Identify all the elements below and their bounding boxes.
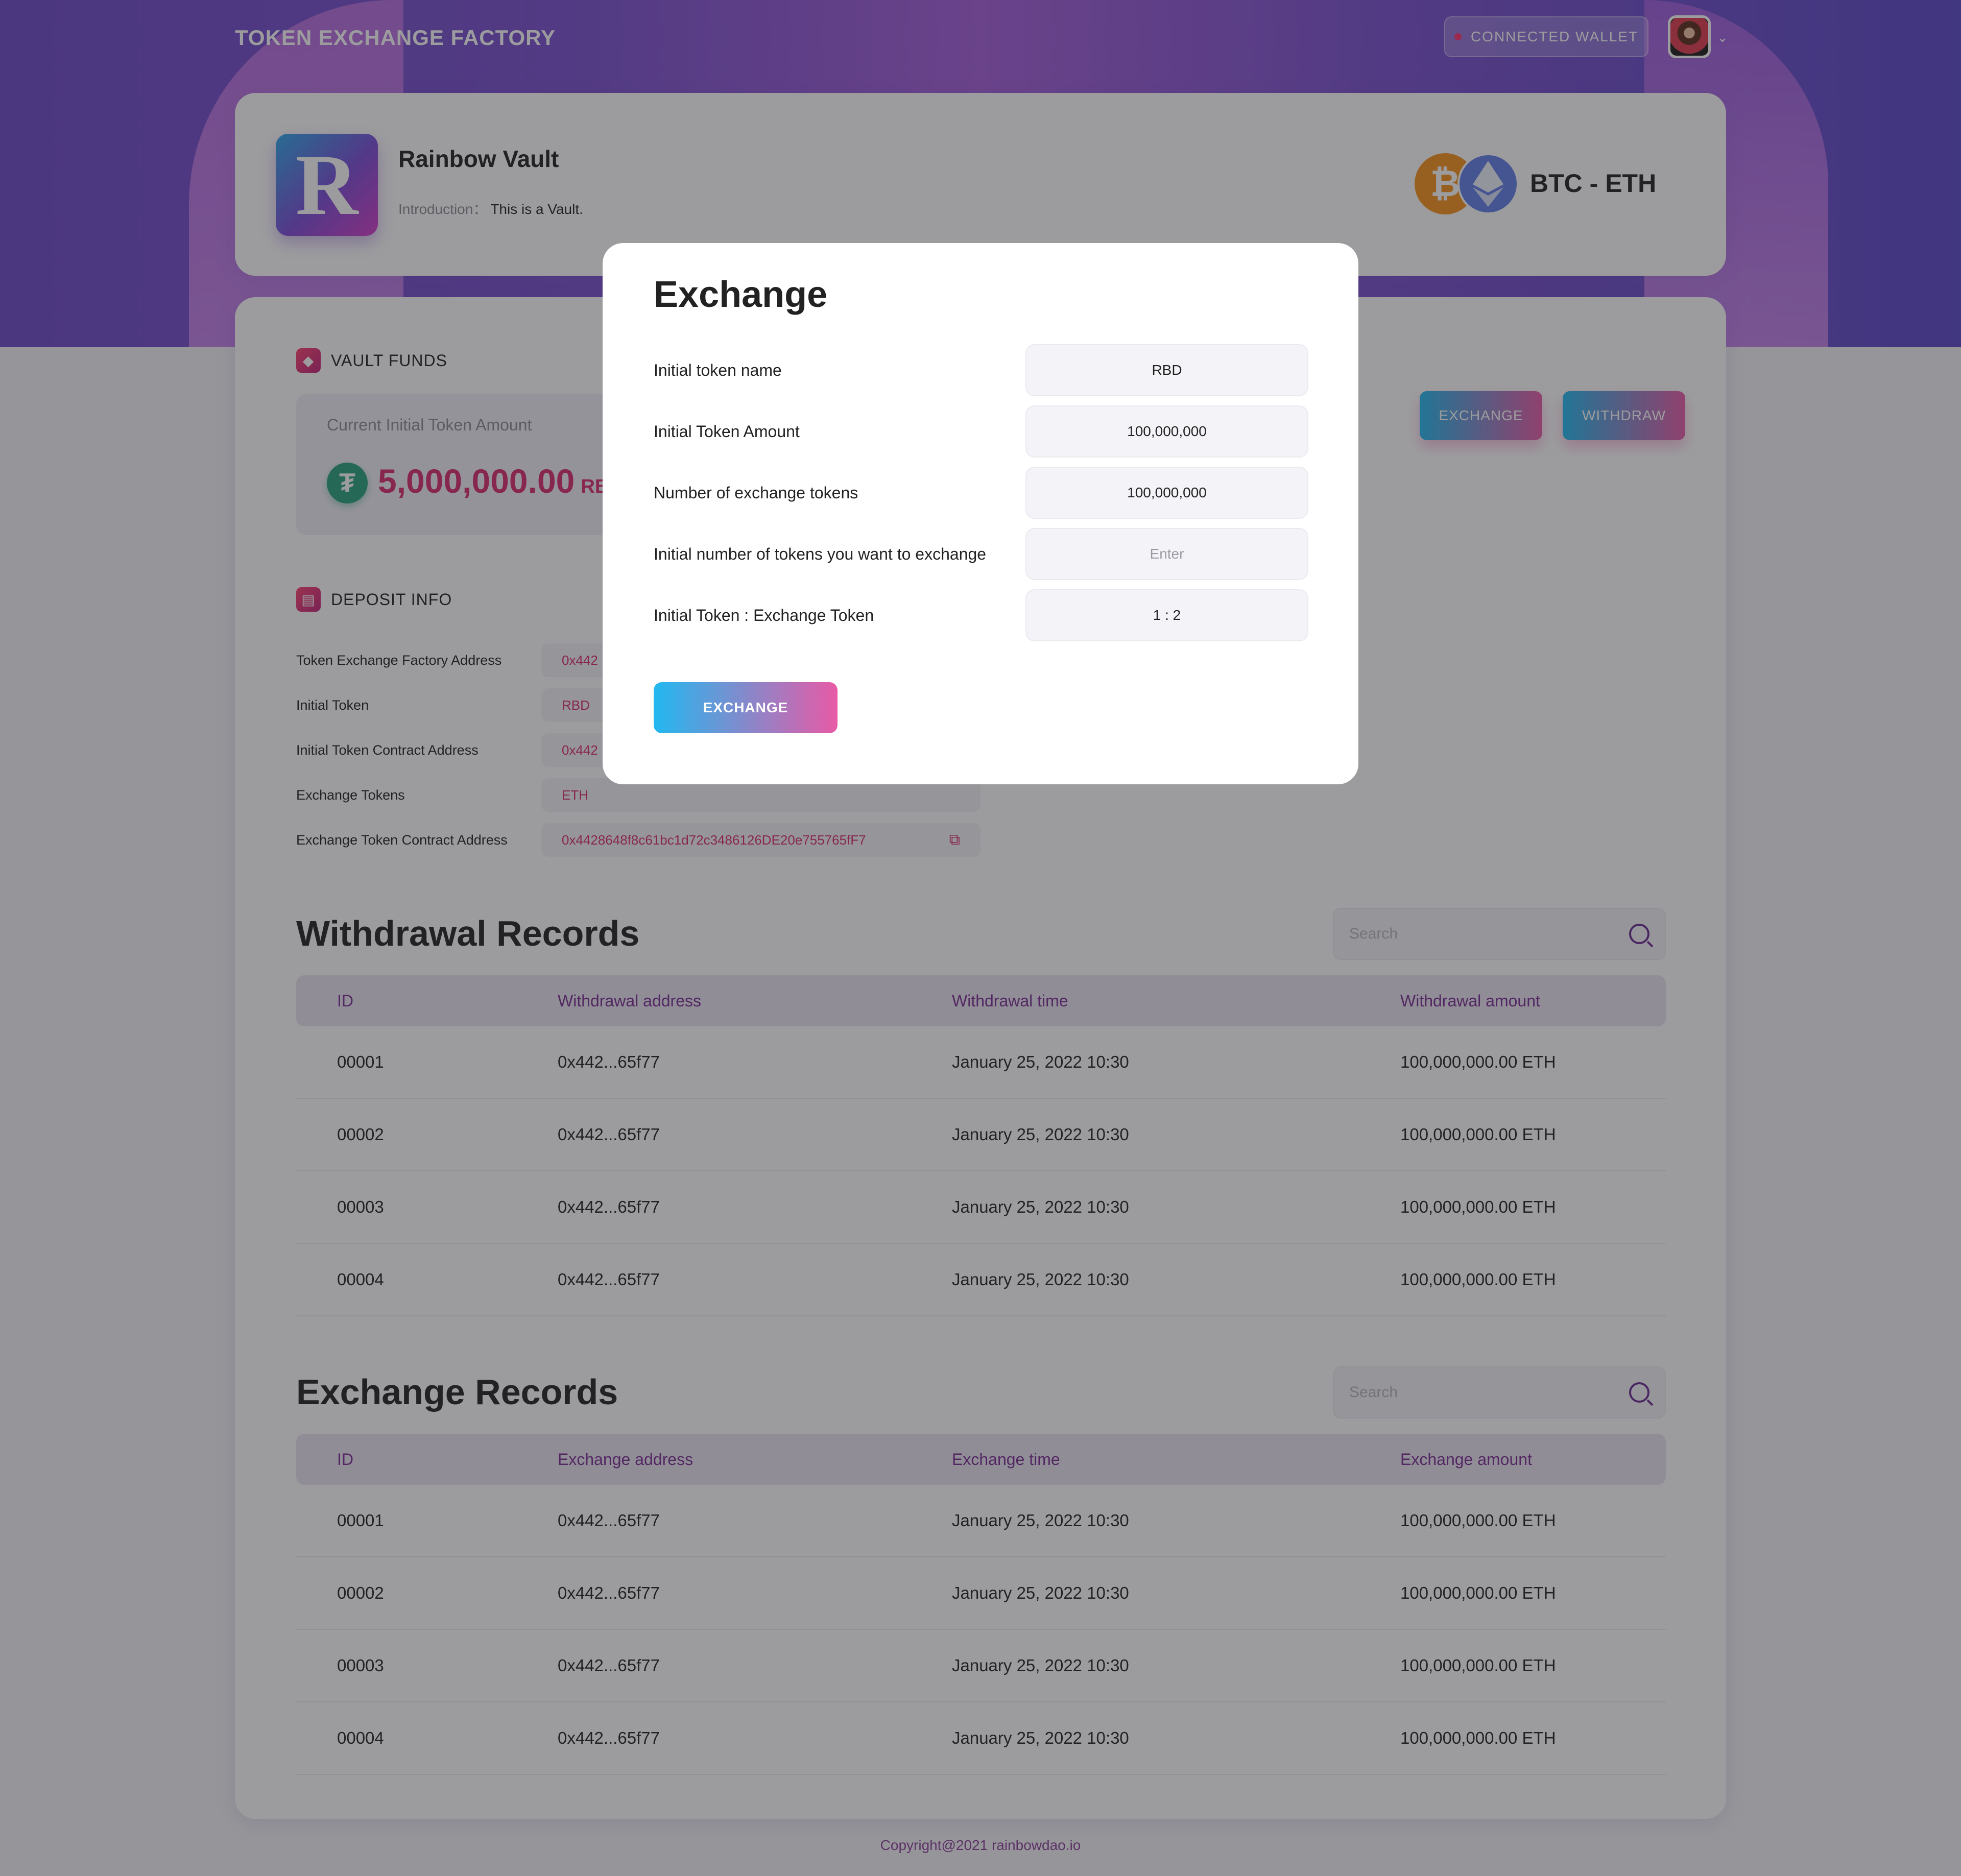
exchange-modal: Exchange Initial token name RBD Initial …: [603, 243, 1358, 784]
field-label: Number of exchange tokens: [654, 483, 858, 502]
exchange-amount-input[interactable]: Enter: [1025, 528, 1308, 580]
exchange-ratio-field: 1 : 2: [1025, 589, 1308, 641]
field-label: Initial Token : Exchange Token: [654, 606, 874, 624]
modal-exchange-button[interactable]: EXCHANGE: [654, 682, 838, 733]
field-label: Initial Token Amount: [654, 422, 800, 441]
initial-token-amount-field: 100,000,000: [1025, 405, 1308, 458]
modal-title: Exchange: [654, 274, 828, 315]
modal-field-row: Number of exchange tokens 100,000,000: [654, 467, 1308, 519]
initial-token-name-field: RBD: [1025, 344, 1308, 396]
field-label: Initial number of tokens you want to exc…: [654, 544, 987, 563]
modal-field-row: Initial number of tokens you want to exc…: [654, 528, 1308, 580]
modal-field-row: Initial Token : Exchange Token 1 : 2: [654, 589, 1308, 641]
field-label: Initial token name: [654, 360, 782, 379]
exchange-tokens-field: 100,000,000: [1025, 467, 1308, 519]
modal-field-row: Initial token name RBD: [654, 344, 1308, 396]
modal-field-row: Initial Token Amount 100,000,000: [654, 405, 1308, 458]
